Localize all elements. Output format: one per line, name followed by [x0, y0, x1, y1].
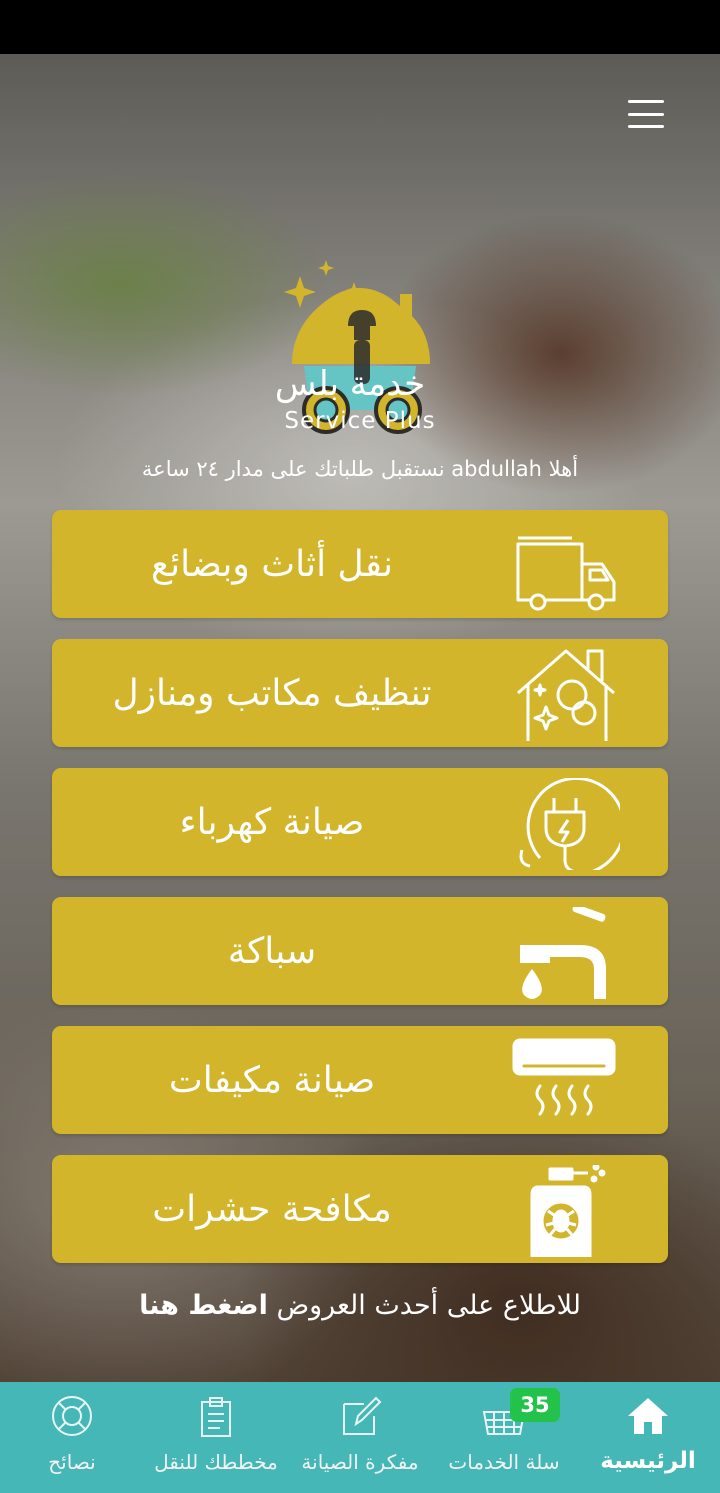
lifebuoy-icon: [52, 1396, 92, 1436]
offers-link[interactable]: اضغط هنا: [139, 1290, 268, 1321]
clipboard-icon: [201, 1397, 231, 1437]
faucet-icon: [520, 907, 606, 999]
nav-item-moving-planner[interactable]: مخططك للنقل: [144, 1382, 288, 1493]
service-label: صيانة مكيفات: [168, 1059, 376, 1101]
service-electric-button[interactable]: صيانة كهرباء: [52, 768, 668, 876]
service-label: تنظيف مكاتب ومنازل: [112, 672, 432, 714]
house-cleaning-icon: [517, 649, 615, 741]
status-bar: [0, 0, 720, 54]
service-cleaning-button[interactable]: تنظيف مكاتب ومنازل: [52, 639, 668, 747]
service-label: سباكة: [227, 930, 317, 972]
service-label: صيانة كهرباء: [179, 801, 365, 843]
pest-sprayer-icon: [530, 1165, 606, 1257]
notepad-icon: [343, 1396, 382, 1435]
basket-count-badge: 35: [510, 1388, 560, 1422]
offers-text: للاطلاع على أحدث العروض اضغط هنا: [40, 1290, 680, 1321]
home-screen: خدمة بلس Service Plus أهلا abdullah نستق…: [0, 54, 720, 1382]
nav-item-tips[interactable]: نصائح: [0, 1382, 144, 1493]
nav-item-maintenance-notes[interactable]: مفكرة الصيانة: [288, 1382, 432, 1493]
nav-item-basket[interactable]: 35 سلة الخدمات: [432, 1382, 576, 1493]
nav-item-home[interactable]: الرئيسية: [576, 1382, 720, 1493]
electric-plug-icon: [519, 778, 620, 870]
service-label: نقل أثاث وبضائع: [150, 543, 394, 585]
nav-label: نصائح: [48, 1450, 96, 1474]
hamburger-icon[interactable]: [622, 96, 670, 132]
nav-label: مفكرة الصيانة: [301, 1450, 419, 1474]
nav-label: مخططك للنقل: [154, 1450, 278, 1474]
nav-label: سلة الخدمات: [448, 1450, 560, 1474]
offers-prefix: للاطلاع على أحدث العروض: [276, 1290, 581, 1321]
nav-label: الرئيسية: [600, 1448, 696, 1474]
service-label: مكافحة حشرات: [152, 1188, 392, 1230]
welcome-text: أهلا abdullah نستقبل طلباتك على مدار ٢٤ …: [141, 457, 579, 481]
logo-arabic-name: خدمة بلس: [274, 364, 426, 404]
logo-english-name: Service Plus: [284, 408, 436, 434]
service-plumbing-button[interactable]: سباكة: [52, 897, 668, 1005]
home-icon: [628, 1398, 668, 1434]
service-moving-button[interactable]: نقل أثاث وبضائع: [52, 510, 668, 618]
services-list: نقل أثاث وبضائع تنظيف مكاتب ومنازل صيانة…: [52, 510, 668, 1284]
service-ac-button[interactable]: صيانة مكيفات: [52, 1026, 668, 1134]
truck-icon: [516, 536, 616, 611]
air-conditioner-icon: [512, 1038, 616, 1116]
service-pest-button[interactable]: مكافحة حشرات: [52, 1155, 668, 1263]
bottom-nav: الرئيسية 35 سلة الخدمات مفكرة الصيانة مخ…: [0, 1382, 720, 1493]
